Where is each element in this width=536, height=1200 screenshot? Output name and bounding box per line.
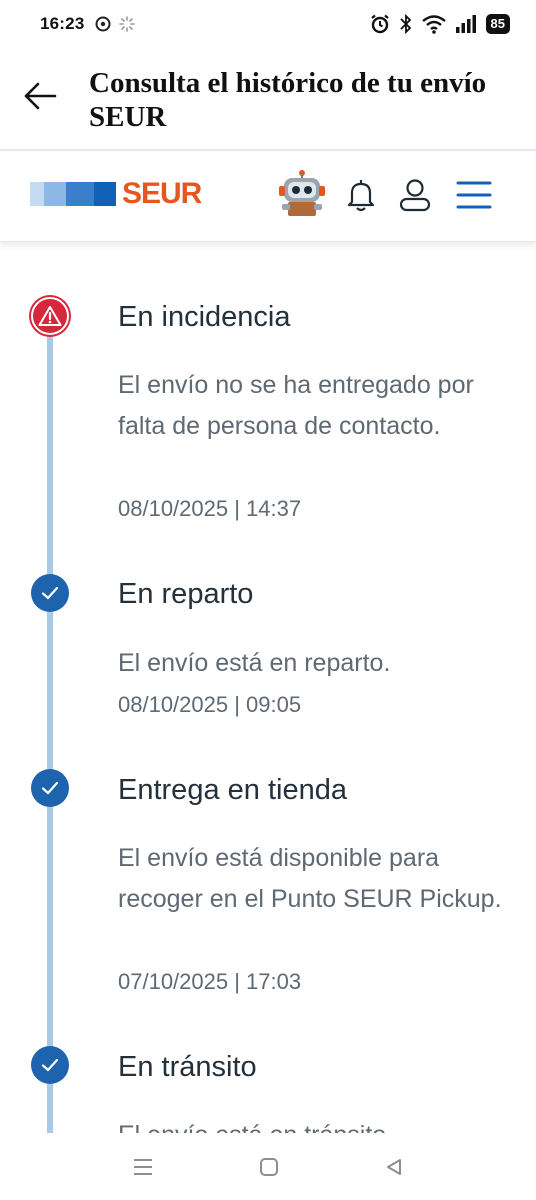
event-description: El envío está disponible para recoger en… <box>118 844 502 913</box>
timeline-line <box>47 313 53 1133</box>
warning-icon <box>38 306 62 326</box>
home-icon[interactable] <box>259 1157 279 1177</box>
incident-marker <box>31 297 69 335</box>
user-icon[interactable] <box>398 178 432 212</box>
event-datetime: 08/10/2025 | 14:37 <box>118 496 302 521</box>
check-icon <box>41 1058 59 1072</box>
event-description: El envío está en reparto. <box>118 649 391 677</box>
event-title: En reparto <box>118 578 254 610</box>
event-title: En tránsito <box>118 1051 257 1083</box>
done-marker <box>31 574 69 612</box>
status-bar: 16:23 85 <box>0 0 536 48</box>
check-icon <box>41 586 59 600</box>
menu-icon[interactable] <box>456 180 492 210</box>
event-description: El envío no se ha entregado por falta de… <box>118 371 474 440</box>
wifi-icon <box>421 15 446 34</box>
seur-logo[interactable]: SEUR <box>30 177 202 210</box>
assistant-robot-icon[interactable] <box>276 170 328 218</box>
battery-level: 85 <box>485 14 510 34</box>
event-title: Entrega en tienda <box>118 774 347 806</box>
done-marker <box>31 1046 69 1084</box>
event-title: En incidencia <box>118 301 291 333</box>
sync-icon <box>95 16 111 32</box>
event-description: El envío está en tránsito <box>118 1115 518 1133</box>
status-time: 16:23 <box>40 14 85 33</box>
check-icon <box>41 781 59 795</box>
back-icon[interactable] <box>384 1157 404 1177</box>
status-system-icons: 85 <box>370 14 510 34</box>
bluetooth-icon <box>399 14 411 34</box>
signal-icon <box>455 15 476 33</box>
shipment-timeline: En incidencia El envío no se ha entregad… <box>0 243 536 1133</box>
alarm-icon <box>370 14 389 34</box>
done-marker <box>31 769 69 807</box>
page-title: Consulta el histórico de tu envío SEUR <box>89 67 487 133</box>
event-datetime: 07/10/2025 | 17:03 <box>118 969 302 994</box>
system-nav-bar <box>0 1133 536 1200</box>
logo-bars <box>30 182 116 206</box>
back-arrow-icon[interactable] <box>22 78 58 114</box>
loading-icon <box>119 16 136 32</box>
status-notification-icons <box>94 15 136 33</box>
recent-apps-icon[interactable] <box>132 1157 154 1177</box>
logo-text: SEUR <box>122 177 202 210</box>
event-datetime: 08/10/2025 | 09:05 <box>118 692 302 717</box>
app-bar: Consulta el histórico de tu envío SEUR <box>0 48 536 151</box>
bell-icon[interactable] <box>346 178 376 212</box>
